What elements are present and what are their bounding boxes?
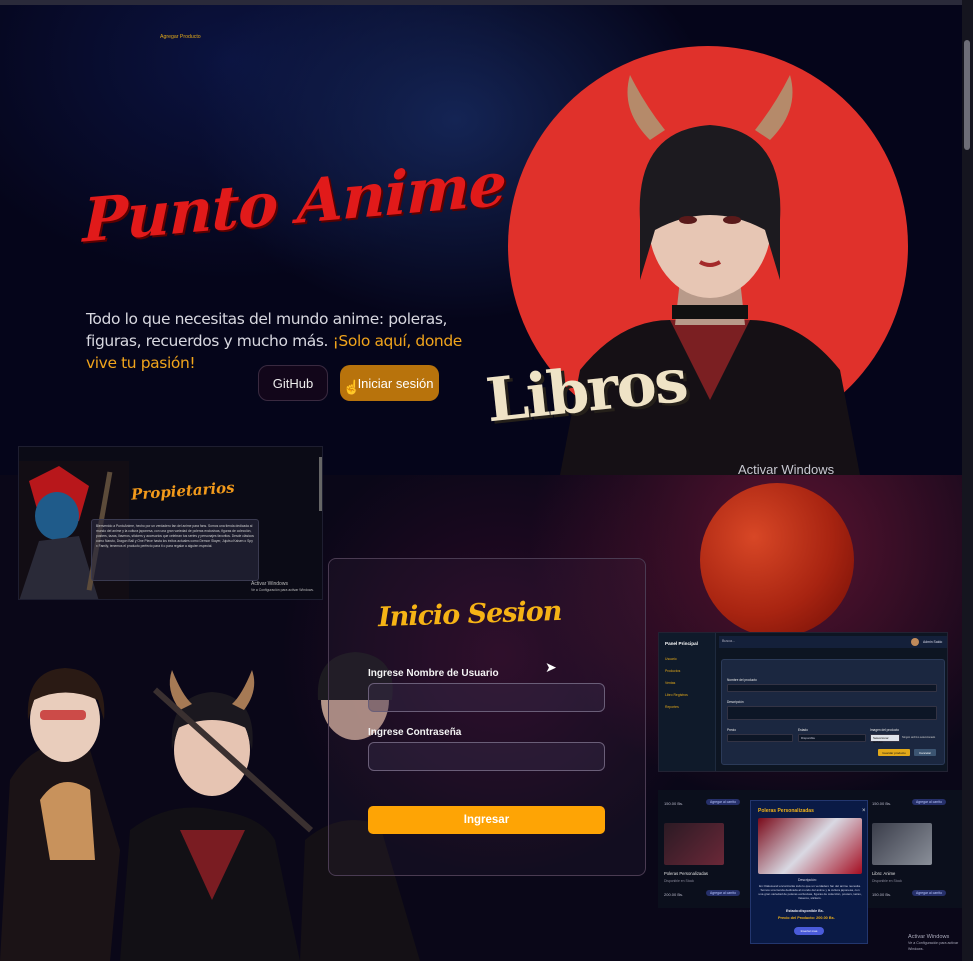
activate-windows-watermark: Activar Windows [738,462,835,475]
activate-windows-watermark-small: Activar Windows Ve a Configuración para … [251,581,314,593]
admin-sidebar-item-productos[interactable]: Productos [665,669,680,673]
product-availability: Disponible en Stock [664,879,694,883]
product-name: Poleras Personalizadas [664,871,708,876]
admin-sidebar-item-usuario[interactable]: Usuario [665,657,677,661]
product-name: Libro: Anime [872,871,896,876]
scrollbar-thumb[interactable] [964,40,970,150]
arrow-cursor-icon: ➤ [545,659,557,675]
modal-title: Poleras Personalizadas [758,808,814,814]
product-thumbnail[interactable] [872,823,932,865]
window-top-edge [0,0,973,5]
product-name-label: Nombre del producto [727,678,757,682]
modal-price: Precio del Producto: 200.00 Bs. [778,916,835,920]
product-state-label: Estado [798,728,808,732]
product-price: 150.00 Bs. [664,801,684,806]
product-state-select[interactable]: Disponible [798,734,866,742]
add-to-cart-button[interactable]: Agregar al carrito [706,799,741,805]
modal-product-image [758,818,862,874]
ingresar-button[interactable]: Ingresar [368,806,605,834]
save-product-button[interactable]: Guardar producto [878,749,910,756]
admin-search-input[interactable]: Busca... [722,639,735,643]
admin-sidebar [659,633,716,771]
username-label: Ingrese Nombre de Usuario [368,668,499,679]
product-availability: Disponible en Stock [872,879,902,883]
activate-line2: Ve a Configuración para activar Windows. [251,588,314,592]
add-to-cart-button[interactable]: Agregar al carrito [912,890,947,896]
close-icon[interactable]: × [862,808,866,814]
modal-state: Estado:disponible Bs. [786,909,824,913]
login-button-label: Iniciar sesión [357,375,434,391]
admin-sidebar-item-libro-registros[interactable]: Libro Registros [665,693,688,697]
product-price-label: Precio [727,728,737,732]
admin-sidebar-item-reportes[interactable]: Reportes [665,705,679,709]
product-desc-input[interactable] [727,706,937,720]
choose-file-button[interactable]: Seleccionar archivo [870,734,900,744]
propietarios-description: Bienvenido a PuntoAnime, hecho por un ve… [91,519,259,581]
password-input[interactable] [368,742,605,771]
hero-section: Punto Anime Todo lo que necesitas del mu… [0,0,962,475]
propietarios-scrollbar[interactable] [319,457,322,511]
admin-sidebar-item-ventas[interactable]: Ventas [665,681,675,685]
github-button[interactable]: GitHub [258,365,328,401]
avatar[interactable] [911,638,919,646]
product-price: 150.00 Bs. [872,801,892,806]
login-title: Inicio Sesion [377,595,562,634]
username-input[interactable] [368,683,605,712]
product-price: 200.00 Bs. [664,892,684,897]
admin-user-name: Admin Saido [923,640,943,644]
blood-moon-image [700,483,854,637]
product-image-label: Imagen del producto [870,728,900,732]
product-price-input[interactable] [727,734,793,742]
cancel-button[interactable]: Cancelar [914,749,936,756]
product-desc-label: Descripción [727,700,744,704]
product-price: 150.00 Bs. [872,892,892,897]
add-product-title: Agregar Producto [160,34,201,40]
add-to-cart-button[interactable]: Agregar al carrito [706,890,741,896]
propietarios-title: Propietarios [130,478,236,504]
hand-cursor-icon: ☝ [343,379,361,395]
add-to-cart-button[interactable]: Agregar al carrito [912,799,947,805]
propietarios-panel: Propietarios Bienvenido a PuntoAnime, he… [18,446,323,600]
modal-description: En OtakuLand encontrarás todo lo que un … [758,884,862,900]
product-thumbnail[interactable] [664,823,724,865]
password-label: Ingrese Contraseña [368,727,462,738]
file-status-text: Ningún archivo seleccionado [902,736,936,739]
screenshot-collage: Punto Anime Todo lo que necesitas del mu… [0,0,973,961]
admin-sidebar-title: Panel Principal [665,641,698,646]
punto-anime-logo: Punto Anime [82,149,507,257]
modal-description-label: Descripción: [798,878,817,882]
product-name-input[interactable] [727,684,937,692]
modal-action-button[interactable]: Insertar mas [794,927,824,935]
